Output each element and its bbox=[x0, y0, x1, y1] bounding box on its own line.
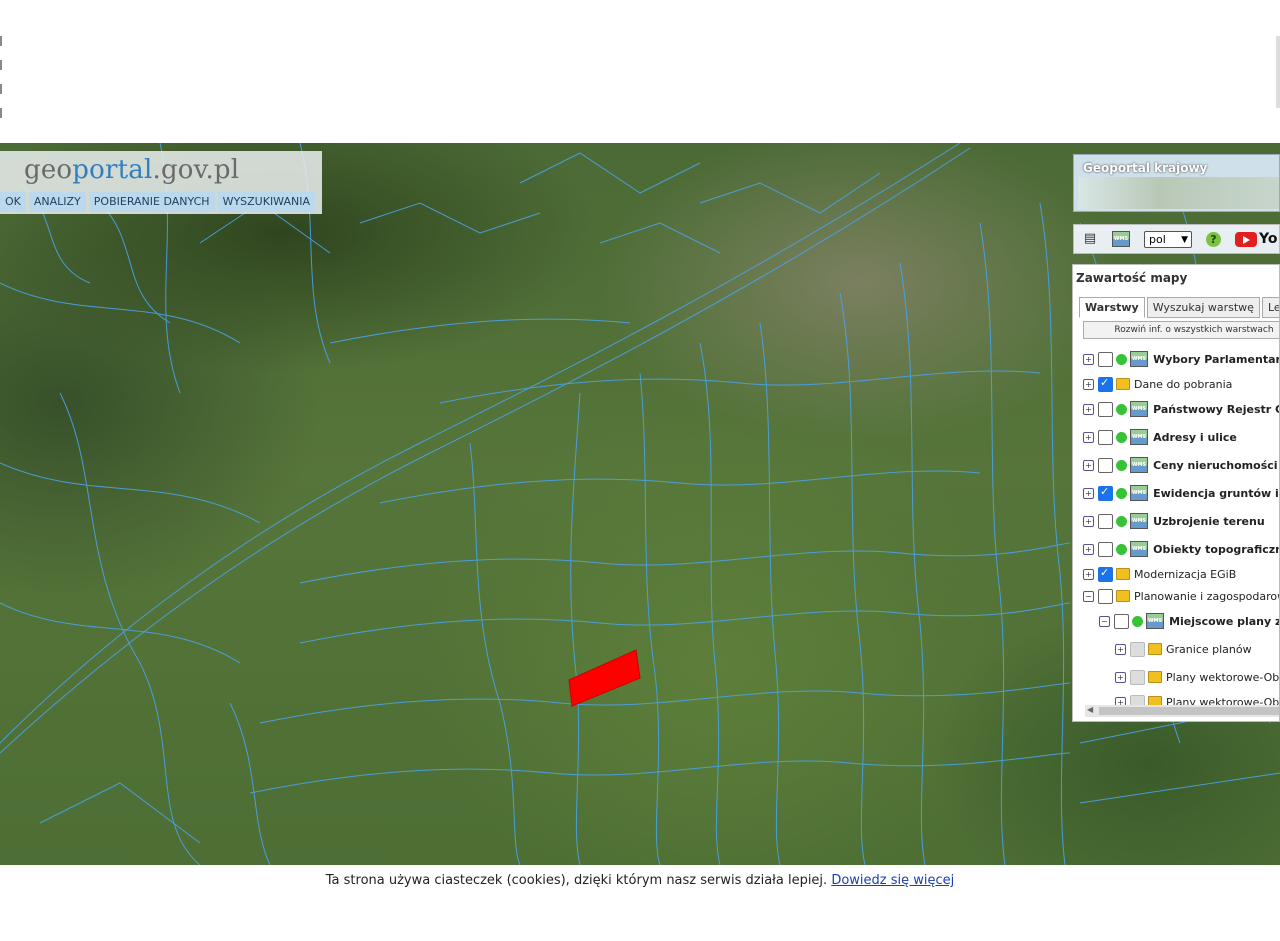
layer-row[interactable]: +WMS Ewidencja gruntów i bu bbox=[1073, 479, 1279, 507]
selected-parcel[interactable] bbox=[568, 649, 641, 707]
menu-item-pobieranie[interactable]: POBIERANIE DANYCH bbox=[88, 192, 215, 212]
layer-checkbox[interactable] bbox=[1098, 457, 1113, 473]
expand-all-button[interactable]: Rozwiń inf. o wszystkich warstwach bbox=[1083, 321, 1279, 339]
layer-row[interactable]: + Granice planów bbox=[1073, 635, 1279, 663]
top-blank-area bbox=[0, 0, 1280, 143]
scroll-left-icon[interactable]: ◀ bbox=[1087, 705, 1093, 714]
folder-icon bbox=[1116, 568, 1130, 580]
expand-icon[interactable]: + bbox=[1083, 459, 1094, 471]
help-icon[interactable]: ? bbox=[1206, 231, 1221, 247]
overview-map-box[interactable]: Geoportal krajowy bbox=[1073, 154, 1280, 212]
layer-checkbox[interactable] bbox=[1130, 669, 1145, 685]
layer-row[interactable]: +WMS Państwowy Rejestr Gra bbox=[1073, 395, 1279, 423]
panel-tabs: Warstwy Wyszukaj warstwę Lege bbox=[1079, 297, 1279, 318]
layer-checkbox[interactable] bbox=[1114, 613, 1129, 629]
left-edge-marks bbox=[0, 36, 4, 131]
expand-icon[interactable]: + bbox=[1083, 353, 1094, 365]
expand-icon[interactable]: + bbox=[1083, 403, 1094, 415]
layer-row[interactable]: + WMS Uzbrojenie terenu bbox=[1073, 507, 1279, 535]
map-contents-panel: Zawartość mapy Warstwy Wyszukaj warstwę … bbox=[1072, 264, 1280, 722]
scrollbar-thumb[interactable] bbox=[1099, 707, 1279, 715]
wms-icon: WMS bbox=[1130, 457, 1148, 473]
cookie-banner: Ta strona używa ciasteczek (cookies), dz… bbox=[0, 865, 1280, 897]
panel-horizontal-scrollbar[interactable]: ◀ bbox=[1085, 705, 1279, 717]
layer-row[interactable]: +Dane do pobrania bbox=[1073, 373, 1279, 395]
cookie-more-link[interactable]: Dowiedz się więcej bbox=[831, 873, 954, 888]
layer-row[interactable]: +Modernizacja EGiB bbox=[1073, 563, 1279, 585]
youtube-icon[interactable] bbox=[1235, 231, 1257, 247]
status-dot-icon bbox=[1116, 403, 1127, 415]
layer-checkbox[interactable] bbox=[1098, 376, 1113, 392]
overview-mini-map bbox=[1078, 177, 1279, 209]
folder-icon bbox=[1116, 378, 1130, 390]
overview-title: Geoportal krajowy bbox=[1083, 161, 1208, 175]
cookie-text: Ta strona używa ciasteczek (cookies), dz… bbox=[325, 873, 832, 888]
bottom-blank-area bbox=[0, 897, 1280, 941]
tab-wyszukaj[interactable]: Wyszukaj warstwę bbox=[1146, 297, 1260, 318]
layer-row[interactable]: −Planowanie i zagospodarowan bbox=[1073, 585, 1279, 607]
layer-row[interactable]: + WMS Ceny nieruchomości bbox=[1073, 451, 1279, 479]
logo-panel: geoportal.gov.pl OK ANALIZY POBIERANIE D… bbox=[0, 151, 322, 214]
layer-checkbox[interactable] bbox=[1098, 566, 1113, 582]
expand-icon[interactable]: + bbox=[1083, 487, 1094, 499]
layer-row[interactable]: + WMS Adresy i ulice bbox=[1073, 423, 1279, 451]
youtube-label[interactable]: Yo bbox=[1259, 231, 1277, 247]
tab-legenda[interactable]: Lege bbox=[1261, 297, 1279, 318]
status-dot-icon bbox=[1116, 487, 1127, 499]
layer-checkbox[interactable] bbox=[1098, 513, 1113, 529]
expand-icon[interactable]: + bbox=[1083, 543, 1094, 555]
expand-icon[interactable]: + bbox=[1083, 378, 1094, 390]
language-select[interactable]: pol bbox=[1144, 230, 1192, 248]
status-dot-icon bbox=[1116, 353, 1127, 365]
status-dot-icon bbox=[1116, 515, 1127, 527]
wms-icon: WMS bbox=[1130, 541, 1148, 557]
status-dot-icon bbox=[1116, 431, 1127, 443]
expand-icon[interactable]: + bbox=[1115, 643, 1126, 655]
folder-icon bbox=[1116, 590, 1130, 602]
layer-row[interactable]: −WMS Miejscowe plany zag bbox=[1073, 607, 1279, 635]
wms-icon: WMS bbox=[1146, 613, 1164, 629]
layer-checkbox[interactable] bbox=[1098, 588, 1113, 604]
tab-warstwy[interactable]: Warstwy bbox=[1079, 297, 1145, 318]
layer-checkbox[interactable] bbox=[1130, 641, 1145, 657]
status-dot-icon bbox=[1132, 615, 1143, 627]
expand-icon[interactable]: + bbox=[1083, 431, 1094, 443]
right-edge-bar bbox=[1276, 36, 1280, 108]
status-dot-icon bbox=[1116, 543, 1127, 555]
collapse-icon[interactable]: − bbox=[1099, 615, 1110, 627]
wms-icon[interactable]: WMS bbox=[1112, 231, 1130, 247]
menu-item-analizy[interactable]: ANALIZY bbox=[28, 192, 86, 212]
geoportal-logo[interactable]: geoportal.gov.pl bbox=[24, 155, 239, 185]
tools-toolbar: ▤ WMS pol ? Yo bbox=[1073, 224, 1280, 254]
folder-icon bbox=[1148, 643, 1162, 655]
wms-icon: WMS bbox=[1130, 429, 1148, 445]
panel-title: Zawartość mapy bbox=[1076, 271, 1188, 285]
folder-icon bbox=[1148, 671, 1162, 683]
layer-row[interactable]: +WMS Wybory Parlamentarne bbox=[1073, 345, 1279, 373]
layer-checkbox[interactable] bbox=[1098, 429, 1113, 445]
wms-icon: WMS bbox=[1130, 513, 1148, 529]
wms-icon: WMS bbox=[1130, 401, 1148, 417]
menu-item-ok[interactable]: OK bbox=[0, 192, 26, 212]
list-icon[interactable]: ▤ bbox=[1082, 231, 1098, 247]
main-menu: OK ANALIZY POBIERANIE DANYCH WYSZUKIWANI… bbox=[0, 192, 315, 212]
layer-row[interactable]: + Plany wektorowe-Obie bbox=[1073, 663, 1279, 691]
wms-icon: WMS bbox=[1130, 351, 1148, 367]
expand-icon[interactable]: + bbox=[1115, 671, 1126, 683]
wms-icon: WMS bbox=[1130, 485, 1148, 501]
status-dot-icon bbox=[1116, 459, 1127, 471]
menu-item-wyszukiwania[interactable]: WYSZUKIWANIA bbox=[217, 192, 315, 212]
layer-checkbox[interactable] bbox=[1098, 541, 1113, 557]
layer-row[interactable]: + WMS Obiekty topograficzne bbox=[1073, 535, 1279, 563]
layer-checkbox[interactable] bbox=[1098, 485, 1113, 501]
layer-checkbox[interactable] bbox=[1098, 351, 1113, 367]
collapse-icon[interactable]: − bbox=[1083, 590, 1094, 602]
expand-icon[interactable]: + bbox=[1083, 515, 1094, 527]
layer-checkbox[interactable] bbox=[1098, 401, 1113, 417]
expand-icon[interactable]: + bbox=[1083, 568, 1094, 580]
layer-tree: +WMS Wybory Parlamentarne +Dane do pobra… bbox=[1073, 345, 1279, 713]
